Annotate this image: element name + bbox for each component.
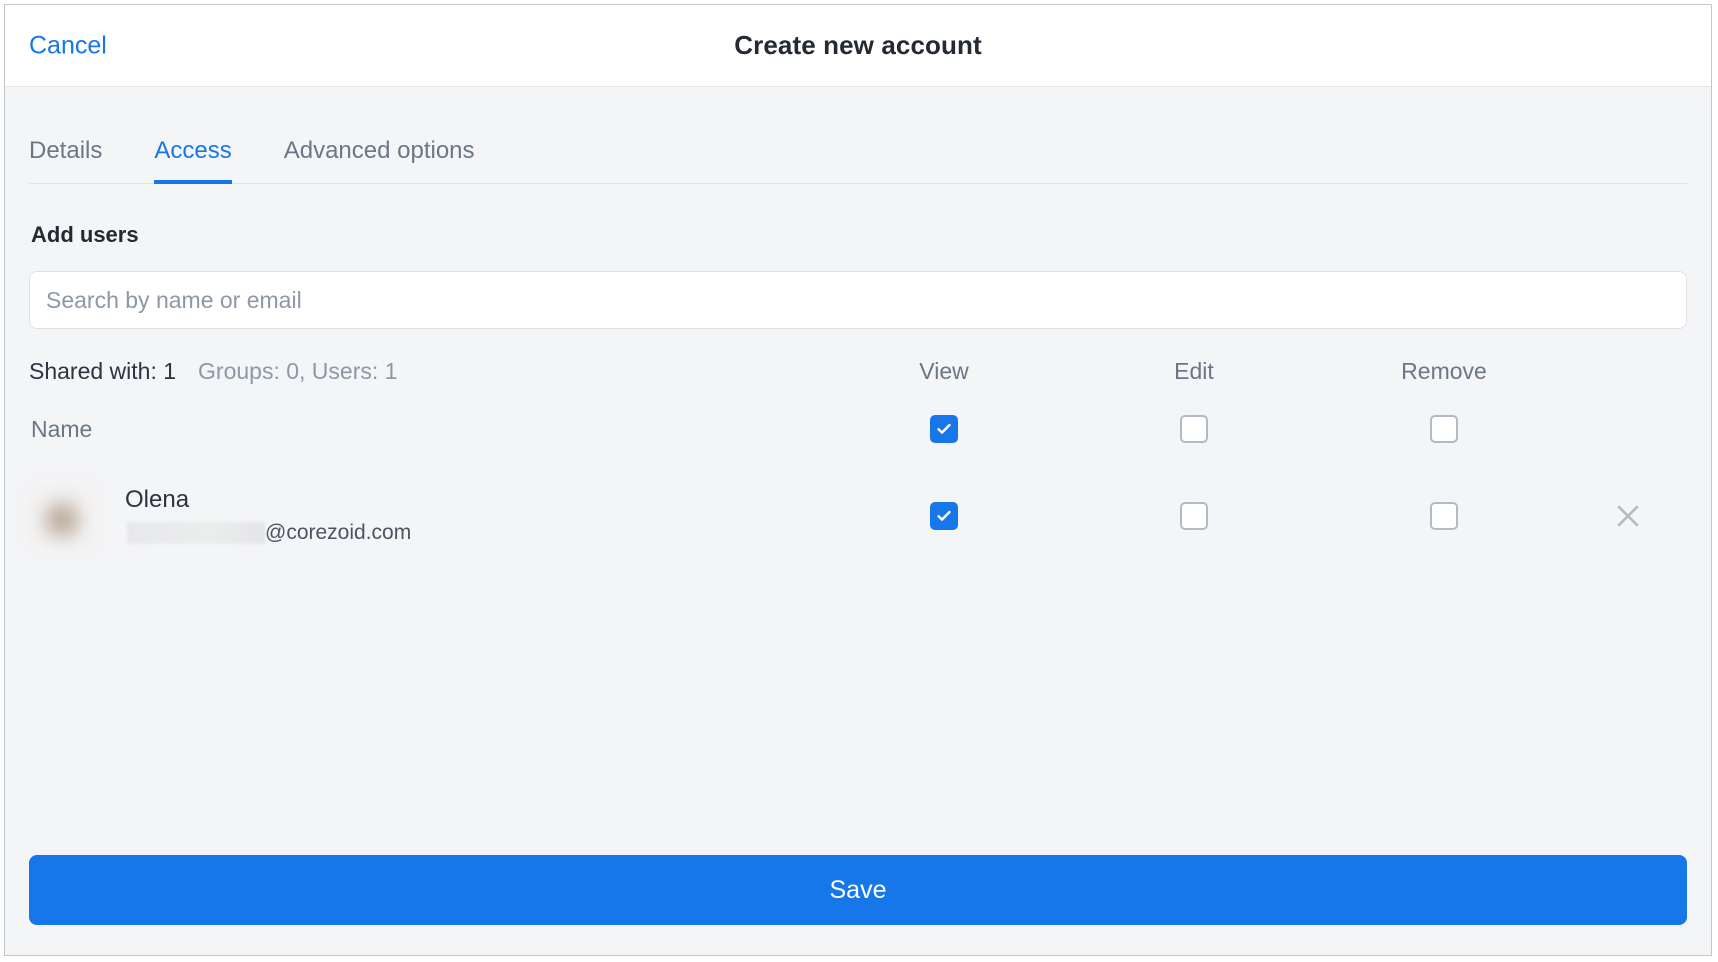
checkbox-view-all[interactable] <box>930 415 958 443</box>
user-name: Olena <box>125 485 190 513</box>
cell-view-user <box>819 502 1069 530</box>
name-column-label: Name <box>31 415 93 442</box>
tab-bar: Details Access Advanced options <box>29 87 1687 184</box>
dialog-content: Details Access Advanced options Add user… <box>5 87 1711 855</box>
close-icon <box>1617 505 1639 527</box>
cell-edit-user <box>1069 502 1319 530</box>
cell-remove-user <box>1319 502 1569 530</box>
avatar <box>29 485 95 547</box>
name-row-controls <box>819 399 1687 459</box>
shared-with-count: Shared with: 1 <box>29 357 177 384</box>
check-icon <box>937 510 951 521</box>
tab-details[interactable]: Details <box>29 139 102 184</box>
search-input[interactable] <box>29 271 1687 329</box>
check-icon <box>937 423 951 434</box>
cancel-button[interactable]: Cancel <box>29 33 107 58</box>
table-row: Olena @corezoid.com <box>29 477 1687 555</box>
user-row-controls <box>819 477 1687 555</box>
remove-user-button[interactable] <box>1608 496 1648 536</box>
user-identity: Olena @corezoid.com <box>29 485 411 547</box>
checkbox-edit-all[interactable] <box>1180 415 1208 443</box>
user-email: @corezoid.com <box>125 521 411 545</box>
cell-remove-all <box>1319 415 1569 443</box>
email-redacted-block <box>127 522 265 545</box>
column-header-view: View <box>919 357 969 384</box>
cell-delete-user <box>1569 496 1687 536</box>
tab-access[interactable]: Access <box>154 139 232 184</box>
save-button[interactable]: Save <box>29 855 1687 925</box>
cell-view-all <box>819 415 1069 443</box>
checkbox-remove-all[interactable] <box>1430 415 1458 443</box>
dialog-titlebar: Cancel Create new account <box>5 5 1711 87</box>
email-domain: @corezoid.com <box>265 521 412 545</box>
dialog-footer: Save <box>5 855 1711 955</box>
dialog-title: Create new account <box>734 30 982 60</box>
create-account-dialog: Cancel Create new account Details Access… <box>4 4 1712 956</box>
permission-column-headers: View Edit Remove <box>819 343 1687 399</box>
checkbox-remove-user[interactable] <box>1430 502 1458 530</box>
user-text: Olena @corezoid.com <box>125 487 411 545</box>
checkbox-view-user[interactable] <box>930 502 958 530</box>
cell-edit-all <box>1069 415 1319 443</box>
column-header-remove: Remove <box>1401 357 1487 384</box>
add-users-label: Add users <box>31 222 139 247</box>
sharing-summary-row: Shared with: 1 Groups: 0, Users: 1 View … <box>29 343 1687 399</box>
tab-advanced-options[interactable]: Advanced options <box>284 139 475 184</box>
column-header-edit: Edit <box>1174 357 1214 384</box>
name-header-row: Name <box>29 399 1687 459</box>
search-field-wrapper <box>29 271 1687 329</box>
groups-users-count: Groups: 0, Users: 1 <box>198 357 398 384</box>
checkbox-edit-user[interactable] <box>1180 502 1208 530</box>
